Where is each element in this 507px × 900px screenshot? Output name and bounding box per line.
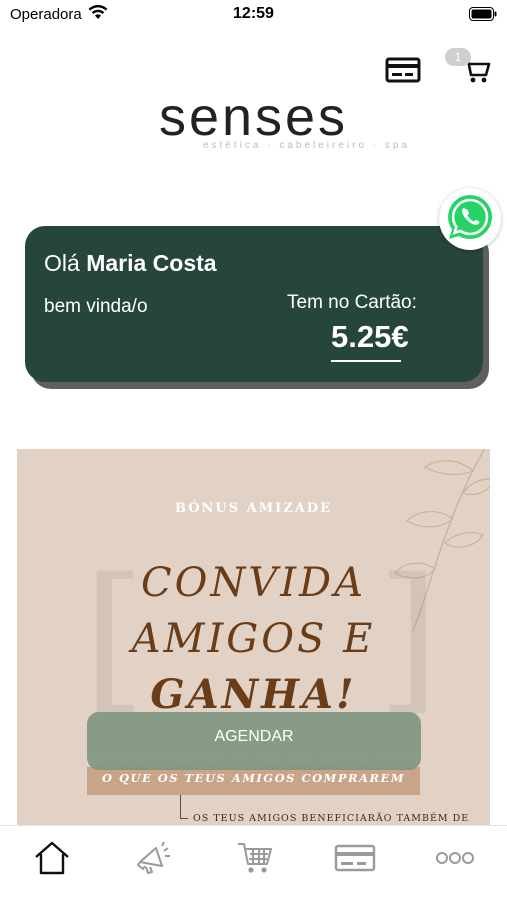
balance-underline [331,360,401,362]
promo-strip: O QUE OS TEUS AMIGOS COMPRAREM [87,767,420,795]
cart-count-badge: 1 [445,48,471,66]
logo-tagline: estética · cabeleireiro · spa [202,140,411,151]
cart-icon [236,841,274,880]
more-icon [435,851,475,870]
promo-title: CONVIDA AMIGOS E GANHA! [17,555,490,723]
clock: 12:59 [233,5,274,22]
whatsapp-icon [444,191,496,248]
credit-card-icon [334,843,376,878]
home-icon [33,840,71,881]
card-balance-label: Tem no Cartão: [287,292,417,313]
credit-card-icon [385,57,421,88]
status-bar: Operadora 12:59 [0,0,507,30]
user-name: Maria Costa [86,250,217,276]
promo-footer-text: OS TEUS AMIGOS BENEFICIARÃO TAMBÉM DE [193,813,470,824]
promo-stem-decoration [180,795,181,819]
agendar-button[interactable]: AGENDAR [87,712,421,770]
battery-icon [469,7,497,26]
tab-card[interactable] [333,840,377,880]
megaphone-icon [134,841,172,880]
promo-stem-hook-decoration [180,818,188,819]
bottom-tab-bar [0,825,507,900]
promo-title-line-1: CONVIDA [140,560,367,606]
promo-kicker: BÓNUS AMIZADE [174,501,332,516]
balance-card: Olá Maria Costa bem vinda/o Tem no Cartã… [25,226,483,382]
promo-title-line-2: AMIGOS E [131,616,376,662]
brand-logo: senses estética · cabeleireiro · spa [0,88,507,151]
tab-promotions[interactable] [131,840,175,880]
whatsapp-button[interactable] [439,188,501,250]
card-balance-value: 5.25€ [331,319,409,354]
greeting-prefix: Olá [44,250,80,276]
credit-card-button[interactable] [385,56,421,84]
cart-button[interactable]: 1 [445,48,493,84]
logo-wordmark: senses [158,87,349,147]
promo-title-line-3-text: GANHA! [150,671,357,718]
welcome-text: bem vinda/o [44,296,148,317]
tab-shop[interactable] [233,840,277,880]
tab-more[interactable] [433,840,477,880]
tab-home[interactable] [30,840,74,880]
greeting: Olá Maria Costa [44,250,217,277]
